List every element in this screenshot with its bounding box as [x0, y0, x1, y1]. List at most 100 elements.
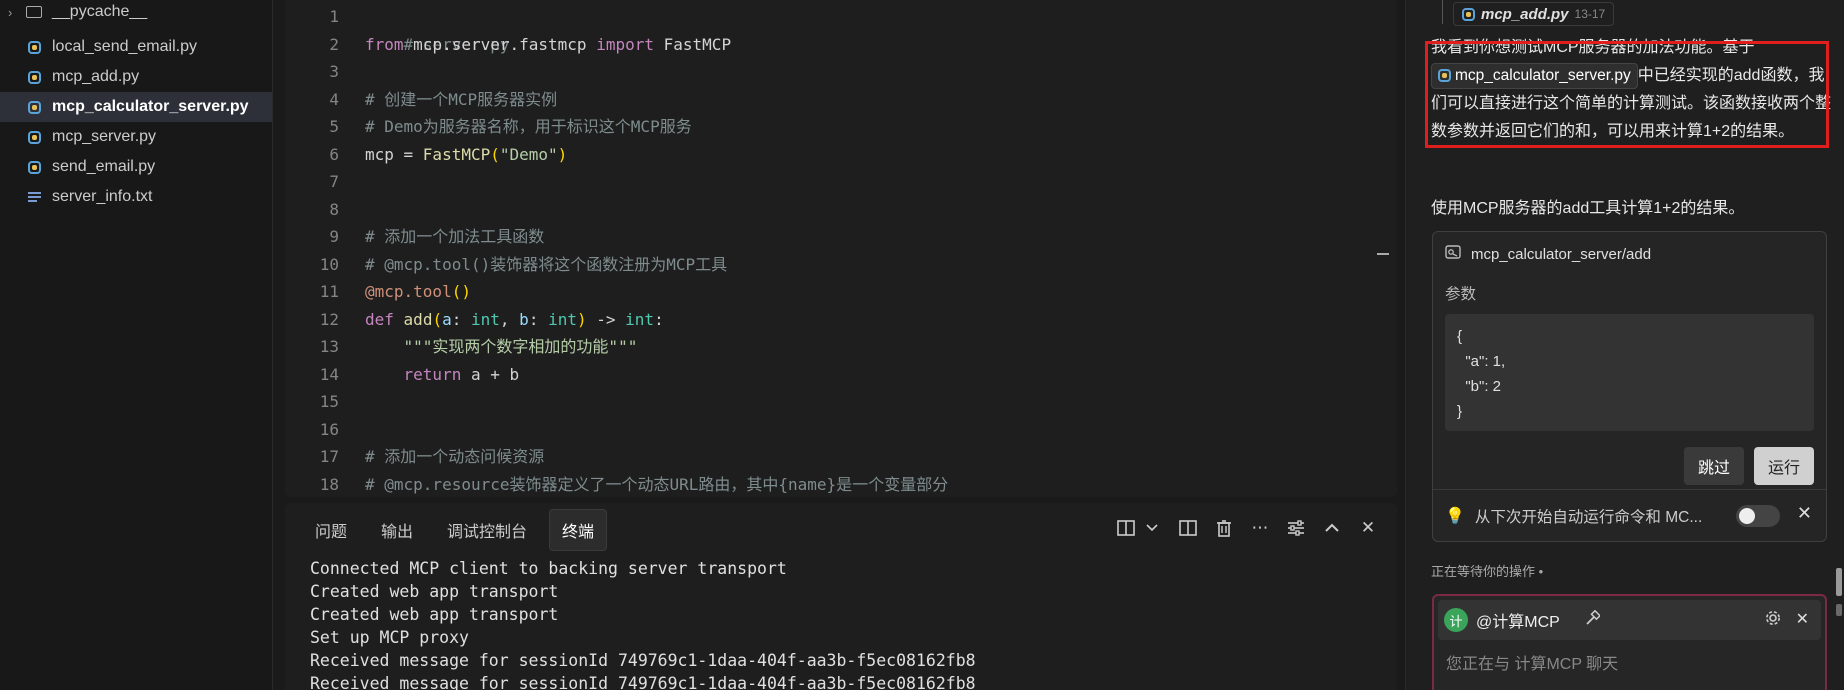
tab-problems[interactable]: 问题 [303, 510, 359, 550]
code-line: 18 # @mcp.resource装饰器定义了一个动态URL路由，其中{name… [319, 474, 949, 494]
code-line: 8 [329, 199, 339, 219]
gear-icon[interactable] [1765, 610, 1781, 631]
close-icon[interactable]: ✕ [1357, 517, 1379, 539]
code-line: 17 # 添加一个动态问候资源 [319, 447, 545, 466]
code-line: 10 # @mcp.tool()装饰器将这个函数注册为MCP工具 [319, 254, 728, 274]
split-terminal-icon[interactable] [1177, 517, 1199, 539]
minimap-marker [1377, 253, 1389, 255]
tools-hammer-icon[interactable] [1584, 609, 1601, 631]
code-line: 12 def add(a: int, b: int) -> int: [319, 309, 664, 329]
json-line: "a": 1, [1457, 353, 1506, 370]
file-label: mcp_server.py [52, 128, 157, 145]
python-file-icon [22, 160, 46, 174]
code-line: 15 [319, 392, 339, 411]
code-line: 13 """实现两个数字相加的功能""" [319, 337, 638, 356]
folder-pycache[interactable]: › __pycache__ [0, 0, 272, 24]
tool-buttons: 跳过 运行 [1683, 447, 1814, 485]
file-label: server_info.txt [52, 188, 153, 205]
tool-name: mcp_calculator_server/add [1471, 245, 1652, 263]
file-label: send_email.py [52, 158, 156, 175]
file-send-email[interactable]: send_email.py [0, 152, 272, 182]
text-file-icon [22, 190, 46, 204]
scrollbar[interactable] [1836, 568, 1842, 596]
close-icon[interactable]: ✕ [1797, 503, 1812, 524]
file-label: __pycache__ [52, 3, 148, 20]
chip-line-range: 13-17 [1574, 7, 1606, 21]
settings-sliders-icon[interactable] [1285, 517, 1307, 539]
terminal-line: Created web app transport [310, 605, 559, 624]
chip-file-name: mcp_add.py [1481, 5, 1569, 23]
terminal-output[interactable]: Connected MCP client to backing server t… [285, 557, 1397, 690]
code-line: 2 from mcp.server.fastmcp import FastMCP [329, 34, 732, 54]
file-explorer: › __pycache__ local_send_email.py mcp_ad… [0, 0, 273, 690]
agent-name[interactable]: @计算MCP [1476, 608, 1560, 632]
skip-button[interactable]: 跳过 [1683, 447, 1744, 485]
code-line: 5 # Demo为服务器名称，用于标识这个MCP服务 [329, 117, 692, 136]
auto-run-text: 从下次开始自动运行命令和 MC... [1474, 508, 1703, 526]
file-mcp-calculator-server[interactable]: mcp_calculator_server.py [0, 92, 272, 122]
code-line: 16 [319, 419, 339, 439]
tab-terminal[interactable]: 终端 [549, 509, 608, 551]
chevron-down-icon[interactable] [1141, 517, 1163, 539]
python-file-icon [22, 70, 46, 84]
file-mcp-add[interactable]: mcp_add.py [0, 62, 272, 92]
file-mcp-server[interactable]: mcp_server.py [0, 122, 272, 152]
folder-icon [22, 6, 46, 18]
auto-run-toggle[interactable] [1736, 505, 1780, 527]
terminal-line: Received message for sessionId 749769c1-… [310, 674, 976, 690]
code-line: 9 # 添加一个加法工具函数 [329, 227, 545, 246]
agent-bar: 计 @计算MCP ✕ [1438, 600, 1821, 640]
params-label: 参数 [1445, 286, 1477, 303]
python-file-icon [1462, 7, 1475, 21]
lightbulb-icon: 💡 [1445, 507, 1465, 525]
code-line: 14 return a + b [319, 364, 520, 384]
tool-icon [1445, 245, 1461, 263]
terminal-line: Set up MCP proxy [310, 628, 469, 647]
python-file-icon [22, 130, 46, 144]
code-line: 7 [329, 172, 339, 191]
params-json: { "a": 1, "b": 2 } [1445, 314, 1814, 431]
python-file-icon [22, 40, 46, 54]
run-button[interactable]: 运行 [1753, 447, 1814, 485]
chevron-up-icon[interactable] [1321, 517, 1343, 539]
file-local-send-email[interactable]: local_send_email.py [0, 32, 272, 62]
code-line: 6 mcp = FastMCP("Demo") [329, 144, 568, 164]
tab-debug-console[interactable]: 调试控制台 [435, 510, 539, 550]
file-server-info[interactable]: server_info.txt [0, 182, 272, 212]
auto-run-row: 💡 从下次开始自动运行命令和 MC... ✕ [1433, 489, 1826, 541]
chat-input-placeholder[interactable]: 您正在与 计算MCP 聊天 [1434, 650, 1825, 674]
tool-call-card: mcp_calculator_server/add 参数 { "a": 1, "… [1432, 231, 1827, 542]
json-line: "b": 2 [1457, 378, 1502, 395]
user-prompt: 使用MCP服务器的add工具计算1+2的结果。 [1431, 200, 1745, 217]
code-line: 4 # 创建一个MCP服务器实例 [329, 89, 558, 109]
code-line: 11 @mcp.tool() [319, 282, 471, 301]
json-line: } [1457, 403, 1463, 420]
scrollbar-secondary[interactable] [1836, 604, 1842, 616]
bottom-panel: 问题 输出 调试控制台 终端 ⋯ ✕ Connected MCP client … [285, 503, 1397, 690]
tab-output[interactable]: 输出 [369, 510, 425, 550]
trash-icon[interactable] [1213, 517, 1235, 539]
highlight-annotation [1425, 41, 1829, 148]
python-file-icon [22, 100, 46, 114]
terminal-line: Received message for sessionId 749769c1-… [310, 651, 976, 670]
file-reference-chip[interactable]: mcp_add.py 13-17 [1453, 2, 1615, 26]
file-label: mcp_add.py [52, 68, 140, 85]
code-editor[interactable]: 1 # server.py 2 from mcp.server.fastmcp i… [285, 0, 1397, 497]
file-label: mcp_calculator_server.py [52, 98, 249, 115]
terminal-line: Created web app transport [310, 582, 559, 601]
chat-panel: mcp_add.py 13-17 我看到你想测试MCP服务器的加法功能。基于 m… [1405, 0, 1844, 690]
more-icon[interactable]: ⋯ [1249, 517, 1271, 539]
new-terminal-layout-icon[interactable] [1115, 517, 1137, 539]
chevron-right-icon[interactable]: › [8, 5, 22, 20]
waiting-status: 正在等待你的操作 • [1431, 564, 1544, 579]
panel-actions: ⋯ ✕ [1115, 517, 1379, 539]
json-line: { [1457, 328, 1463, 345]
close-icon[interactable]: ✕ [1796, 609, 1809, 629]
chat-input-box[interactable]: 计 @计算MCP ✕ 您正在与 计算MCP 聊天 [1432, 594, 1827, 690]
agent-avatar: 计 [1444, 608, 1468, 632]
code-line: 1 # server.py [329, 7, 510, 54]
file-label: local_send_email.py [52, 38, 197, 55]
terminal-line: Connected MCP client to backing server t… [310, 559, 787, 578]
thread-line [1442, 0, 1443, 24]
code-line: 3 [329, 62, 339, 81]
